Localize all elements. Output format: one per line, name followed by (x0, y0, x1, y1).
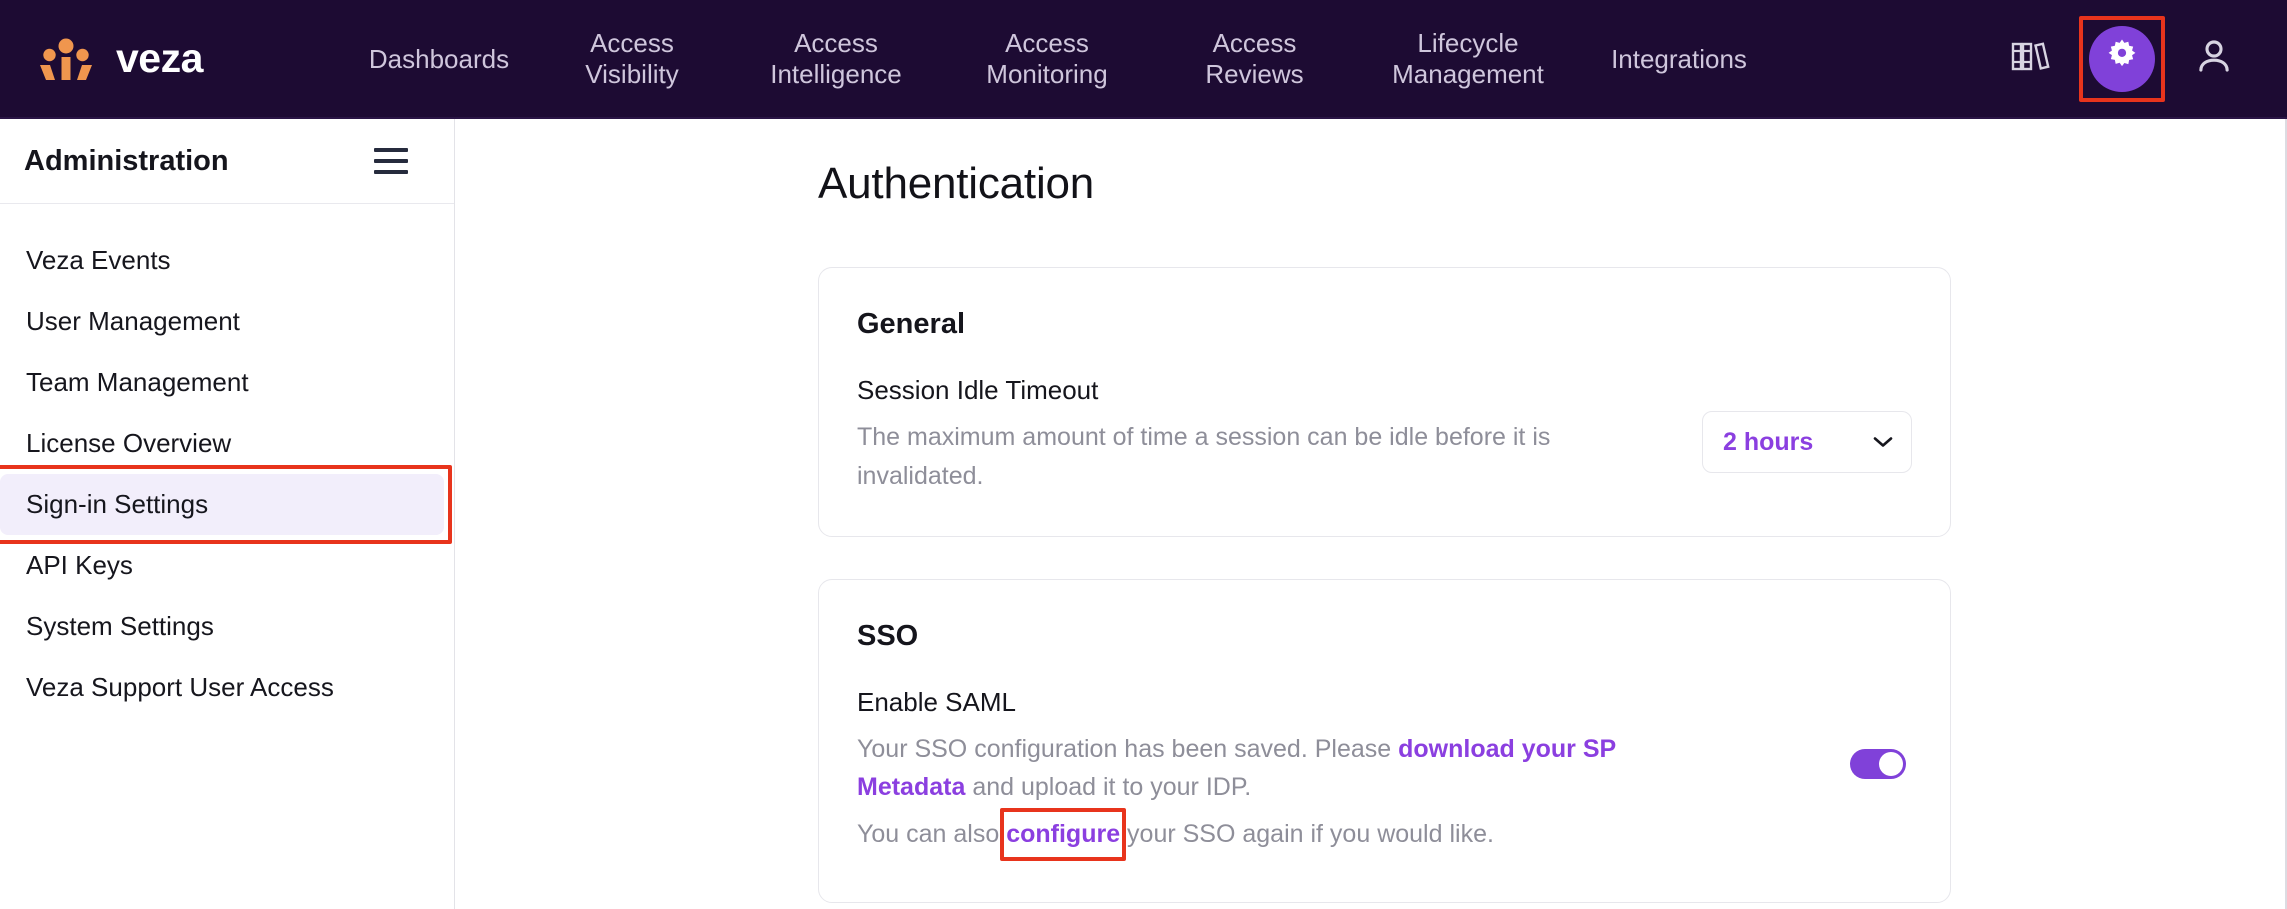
admin-sidebar: Administration Veza Events User Manageme… (0, 119, 455, 909)
enable-saml-toggle[interactable] (1850, 748, 1906, 779)
brand-logo[interactable]: veza (0, 37, 320, 81)
settings-button[interactable] (2089, 25, 2155, 92)
configure-link-wrapper: configure (1000, 808, 1127, 861)
session-idle-timeout-description: The maximum amount of time a session can… (857, 423, 1551, 490)
chevron-down-icon (1873, 436, 1893, 448)
sso-desc-part1: Your SSO configuration has been saved. P… (857, 734, 1399, 763)
page-body: Administration Veza Events User Manageme… (0, 119, 2287, 909)
brand-wordmark: veza (116, 35, 203, 81)
sidebar-item-license-overview[interactable]: License Overview (0, 413, 444, 474)
sidebar-item-user-management[interactable]: User Management (0, 291, 444, 352)
page-title: Authentication (818, 159, 1095, 208)
library-books-button[interactable] (1993, 22, 2067, 96)
sidebar-item-system-settings[interactable]: System Settings (0, 596, 444, 657)
user-account-icon (2193, 35, 2235, 82)
sidebar-item-label: Sign-in Settings (26, 489, 209, 519)
sidebar-item-sign-in-settings[interactable]: Sign-in Settings (0, 465, 452, 544)
nav-item-integrations[interactable]: Integrations (1579, 42, 1779, 75)
sso-desc-line2-part1: You can also (857, 820, 1007, 848)
library-books-icon (2010, 37, 2050, 80)
configure-link[interactable]: configure (1006, 820, 1120, 848)
main-content: Authentication General Session Idle Time… (455, 119, 2286, 909)
hamburger-menu-icon[interactable] (374, 148, 408, 174)
session-idle-timeout-text: Session Idle Timeout The maximum amount … (857, 375, 1617, 496)
settings-button-wrapper (2079, 15, 2165, 102)
sidebar-title: Administration (24, 144, 229, 177)
enable-saml-toggle-cell (1850, 748, 1912, 779)
enable-saml-row: Enable SAML Your SSO configuration has b… (857, 687, 1912, 862)
top-navigation-bar: veza Dashboards Access Visibility Access… (0, 0, 2287, 119)
session-idle-timeout-row: Session Idle Timeout The maximum amount … (857, 375, 1912, 496)
nav-item-dashboards[interactable]: Dashboards (344, 42, 534, 75)
sso-settings-card: SSO Enable SAML Your SSO configuration h… (818, 578, 1951, 903)
session-idle-timeout-select[interactable]: 2 hours (1702, 411, 1912, 473)
sso-desc-part2: and upload it to your IDP. (965, 773, 1252, 802)
sidebar-item-team-management[interactable]: Team Management (0, 352, 444, 413)
sidebar-item-api-keys[interactable]: API Keys (0, 535, 444, 596)
sidebar-nav-list: Veza Events User Management Team Managem… (0, 204, 454, 718)
top-nav-actions (1993, 0, 2287, 117)
nav-item-access-reviews[interactable]: Access Reviews (1152, 28, 1357, 89)
nav-item-access-visibility[interactable]: Access Visibility (534, 28, 730, 89)
enable-saml-text: Enable SAML Your SSO configuration has b… (857, 687, 1617, 862)
session-idle-timeout-value: 2 hours (1723, 427, 1814, 456)
sso-reconfigure-message: You can also configure your SSO again if… (857, 808, 1617, 861)
nav-item-access-monitoring[interactable]: Access Monitoring (942, 28, 1152, 89)
nav-item-access-intelligence[interactable]: Access Intelligence (730, 28, 942, 89)
veza-logo-icon (38, 37, 94, 81)
nav-item-lifecycle-management[interactable]: Lifecycle Management (1357, 28, 1579, 89)
sidebar-header: Administration (0, 119, 454, 204)
sso-desc-line2-part2: your SSO again if you would like. (1120, 820, 1494, 848)
toggle-knob (1879, 751, 1903, 776)
sso-card-title: SSO (857, 619, 919, 652)
primary-nav-items: Dashboards Access Visibility Access Inte… (320, 0, 1993, 117)
session-idle-timeout-label: Session Idle Timeout (857, 375, 1099, 405)
account-button[interactable] (2177, 22, 2251, 96)
general-settings-card: General Session Idle Timeout The maximum… (818, 267, 1951, 537)
enable-saml-description: Your SSO configuration has been saved. P… (857, 730, 1617, 861)
sidebar-item-veza-events[interactable]: Veza Events (0, 230, 444, 291)
sidebar-item-veza-support-user-access[interactable]: Veza Support User Access (0, 657, 444, 718)
sso-saved-message: Your SSO configuration has been saved. P… (857, 730, 1617, 808)
enable-saml-label: Enable SAML (857, 686, 1016, 717)
gear-icon (2103, 37, 2141, 80)
general-card-title: General (857, 308, 965, 340)
